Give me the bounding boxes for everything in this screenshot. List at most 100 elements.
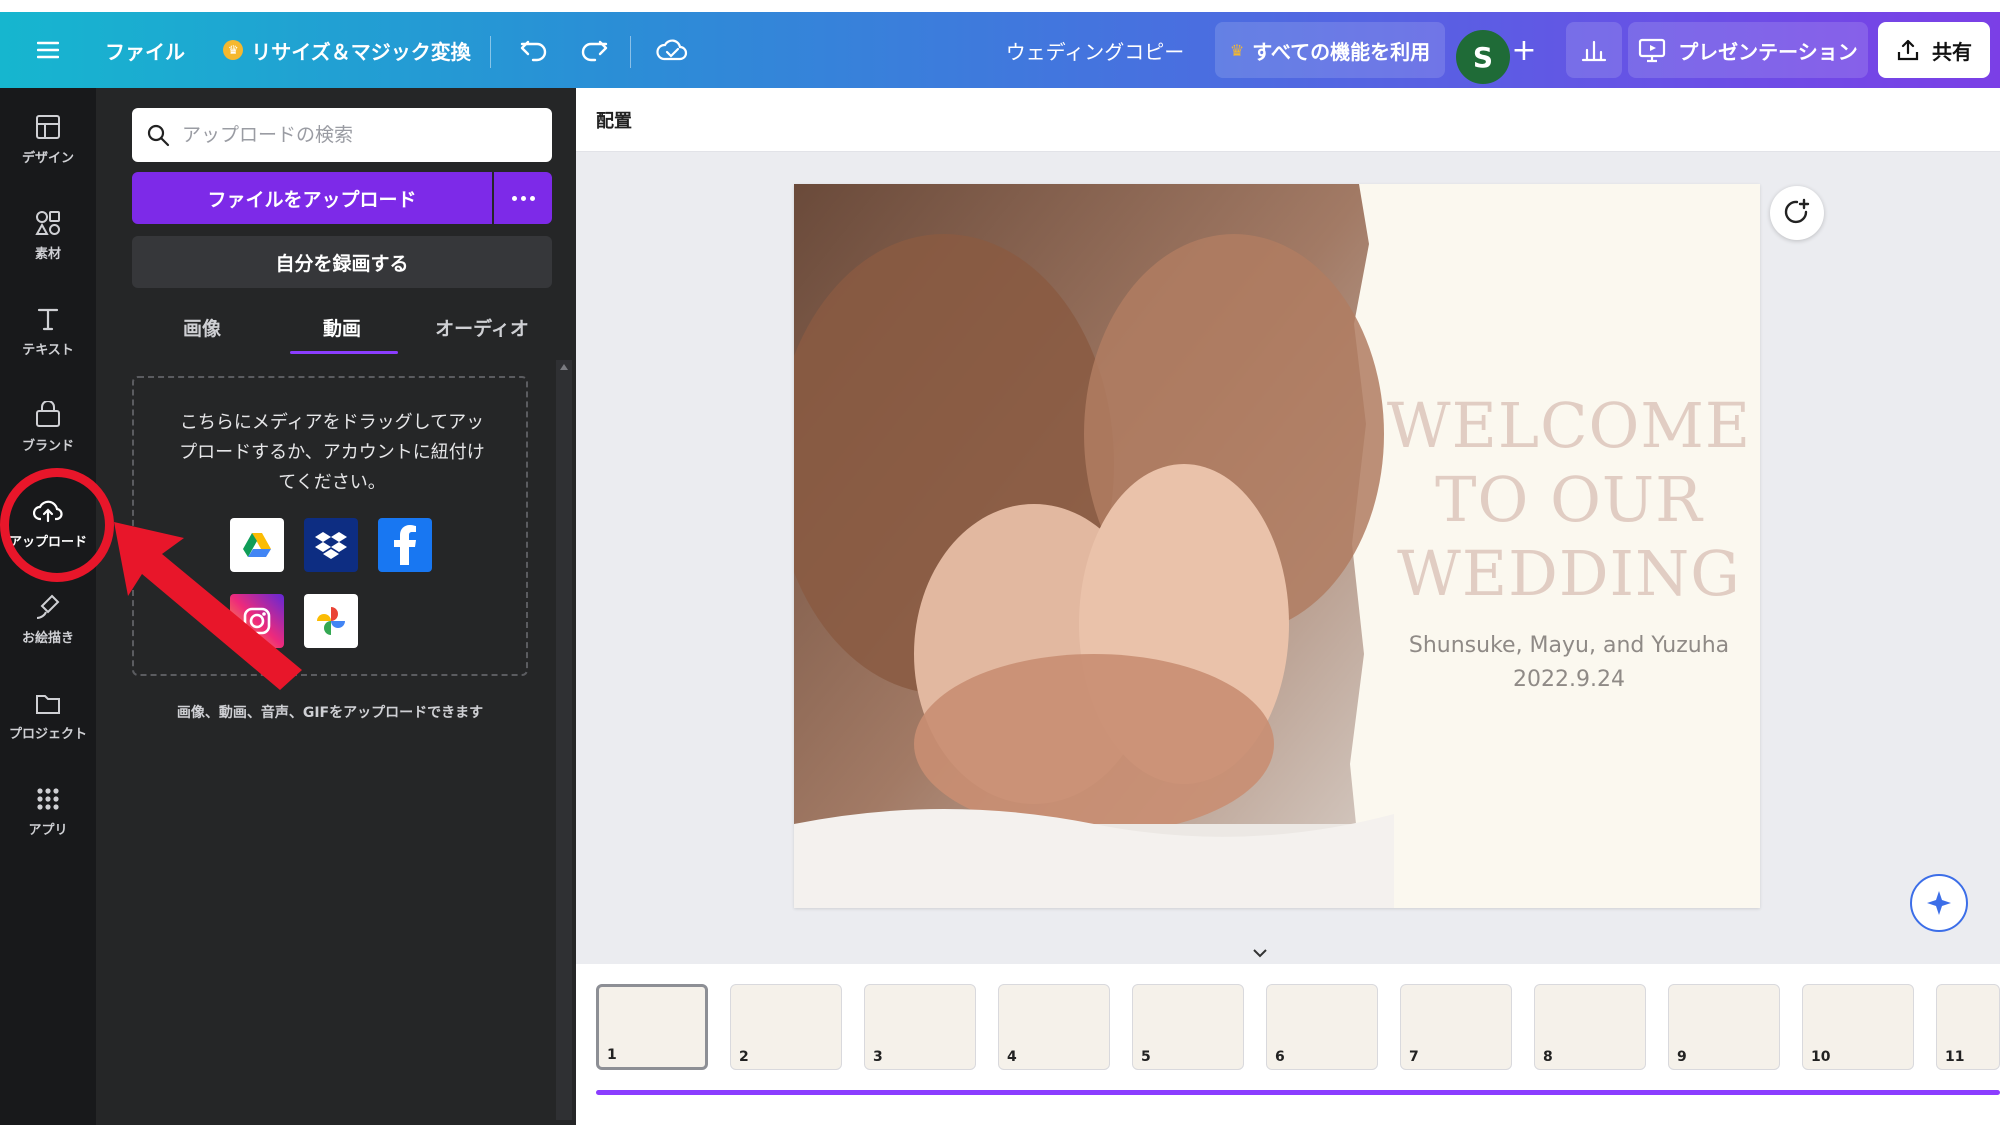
brand-icon (36, 400, 60, 427)
wedding-date: 2022.9.24 (1513, 667, 1625, 692)
page-scroll-bar[interactable] (596, 1090, 2000, 1095)
tab-images[interactable]: 画像 (132, 300, 272, 354)
toolbar-divider (490, 36, 491, 68)
page-number: 4 (1007, 1049, 1017, 1065)
rail-label: お絵描き (21, 630, 74, 646)
rail-item-design[interactable]: デザイン (0, 96, 96, 182)
baby-feet-photo (794, 184, 1394, 908)
crown-icon: ♛ (223, 40, 244, 60)
page-thumbnail[interactable]: 1 (596, 984, 708, 1070)
page-thumbnail[interactable]: 10 (1802, 984, 1914, 1070)
page-thumbnail[interactable]: 4 (998, 984, 1110, 1070)
facebook-icon[interactable] (378, 518, 432, 572)
upload-supported-note: 画像、動画、音声、GIFをアップロードできます (176, 705, 484, 721)
crown-icon: ♛ (1229, 40, 1245, 60)
page-number: 10 (1811, 1049, 1831, 1065)
page-thumbnail[interactable]: 5 (1132, 984, 1244, 1070)
undo-icon[interactable] (510, 12, 558, 88)
page-number: 7 (1409, 1049, 1419, 1065)
context-toolbar: 配置 (576, 88, 2000, 152)
welcome-line: WELCOME (1386, 389, 1752, 462)
presentation-icon (1639, 38, 1666, 63)
page-thumbnail[interactable]: 9 (1668, 984, 1780, 1070)
google-photos-icon[interactable] (304, 594, 358, 648)
welcome-line: WEDDING (1397, 537, 1741, 610)
share-label: 共有 (1932, 39, 1972, 64)
page-thumbnail[interactable]: 6 (1266, 984, 1378, 1070)
rail-label: アプリ (28, 822, 68, 838)
panel-scrollbar[interactable] (556, 360, 572, 1120)
folder-icon (36, 694, 60, 714)
media-tabs: 画像 動画 オーディオ (132, 300, 552, 354)
cloud-saved-icon[interactable] (648, 12, 696, 88)
file-menu-button[interactable]: ファイル (100, 12, 190, 88)
search-input[interactable] (182, 124, 522, 146)
draw-icon (36, 594, 60, 619)
share-button[interactable]: 共有 (1878, 22, 1990, 78)
left-rail: デザイン 素材 テキスト ブランド アップロード お絵描き プロジェクト アプリ (0, 88, 96, 1125)
dropbox-icon[interactable] (304, 518, 358, 572)
welcome-line: TO OUR (1435, 463, 1703, 536)
document-title[interactable]: ウェディングコピー (990, 12, 1200, 88)
rail-label: デザイン (21, 150, 74, 166)
page-number: 11 (1945, 1049, 1965, 1065)
top-toolbar: ファイル ♛ リサイズ＆マジック変換 ウェディングコピー ♛ すべての機能を利用… (0, 12, 2000, 88)
canvas-workspace: 配置 WELCOME TO OUR WEDDING Shunsuke, Mayu… (576, 88, 2000, 1125)
rail-item-brand[interactable]: ブランド (0, 384, 96, 470)
window-top-strip (0, 0, 2000, 12)
search-icon (147, 124, 170, 147)
search-box[interactable] (132, 108, 552, 162)
rail-item-projects[interactable]: プロジェクト (0, 672, 96, 758)
more-options-icon[interactable] (494, 172, 552, 224)
insights-icon[interactable] (1566, 22, 1622, 78)
page-number: 5 (1141, 1049, 1151, 1065)
welcome-title: WELCOME TO OUR WEDDING (1354, 389, 1760, 611)
page-number: 9 (1677, 1049, 1687, 1065)
add-collaborator-button[interactable]: + (1502, 12, 1546, 88)
present-label: プレゼンテーション (1678, 39, 1858, 64)
page-number: 3 (873, 1049, 883, 1065)
resize-magic-label: リサイズ＆マジック変換 (251, 39, 471, 64)
page-thumbnail[interactable]: 2 (730, 984, 842, 1070)
toolbar-divider (630, 36, 631, 68)
present-button[interactable]: プレゼンテーション (1628, 22, 1868, 78)
try-pro-label: すべての機能を利用 (1252, 39, 1431, 64)
upload-files-button[interactable]: ファイルをアップロード (132, 172, 492, 224)
layout-icon (36, 114, 60, 139)
apps-grid-icon (37, 787, 59, 810)
rail-item-draw[interactable]: お絵描き (0, 576, 96, 662)
tab-videos[interactable]: 動画 (272, 300, 412, 354)
page-thumbnail[interactable]: 11 (1936, 984, 2000, 1070)
drop-instructions: こちらにメディアをドラッグしてアップロードするか、アカウントに紐付けてください。 (179, 412, 485, 493)
couple-names: Shunsuke, Mayu, and Yuzuha 2022.9.24 (1354, 629, 1760, 697)
slide-canvas[interactable]: WELCOME TO OUR WEDDING Shunsuke, Mayu, a… (794, 184, 1760, 908)
redo-icon[interactable] (570, 12, 618, 88)
tab-audio[interactable]: オーディオ (412, 300, 552, 354)
chevron-down-icon[interactable] (1230, 942, 1290, 964)
magic-sparkle-icon[interactable] (1910, 874, 1968, 932)
page-thumbnail[interactable]: 7 (1400, 984, 1512, 1070)
share-upload-icon (1897, 39, 1919, 61)
rail-label: 素材 (34, 246, 61, 262)
page-number: 6 (1275, 1049, 1285, 1065)
record-yourself-button[interactable]: 自分を録画する (132, 236, 552, 288)
add-comment-icon[interactable] (1770, 186, 1824, 240)
red-arrow-icon (114, 522, 302, 690)
text-icon (37, 308, 59, 330)
names-line: Shunsuke, Mayu, and Yuzuha (1408, 633, 1730, 658)
page-number: 8 (1543, 1049, 1553, 1065)
resize-magic-button[interactable]: ♛ リサイズ＆マジック変換 (222, 12, 472, 88)
rail-item-apps[interactable]: アプリ (0, 768, 96, 854)
page-thumbnail[interactable]: 3 (864, 984, 976, 1070)
highlight-circle (0, 468, 114, 582)
rail-item-elements[interactable]: 素材 (0, 192, 96, 278)
page-thumbnail[interactable]: 8 (1534, 984, 1646, 1070)
try-pro-button[interactable]: ♛ すべての機能を利用 (1215, 22, 1445, 78)
position-button[interactable]: 配置 (596, 107, 632, 133)
page-number: 2 (739, 1049, 749, 1065)
rail-label: ブランド (21, 438, 74, 454)
canva-editor: { "header": { "file_label": "ファイル", "res… (0, 0, 2000, 1125)
page-number: 1 (607, 1047, 617, 1063)
menu-icon[interactable] (26, 12, 70, 88)
rail-item-text[interactable]: テキスト (0, 288, 96, 374)
